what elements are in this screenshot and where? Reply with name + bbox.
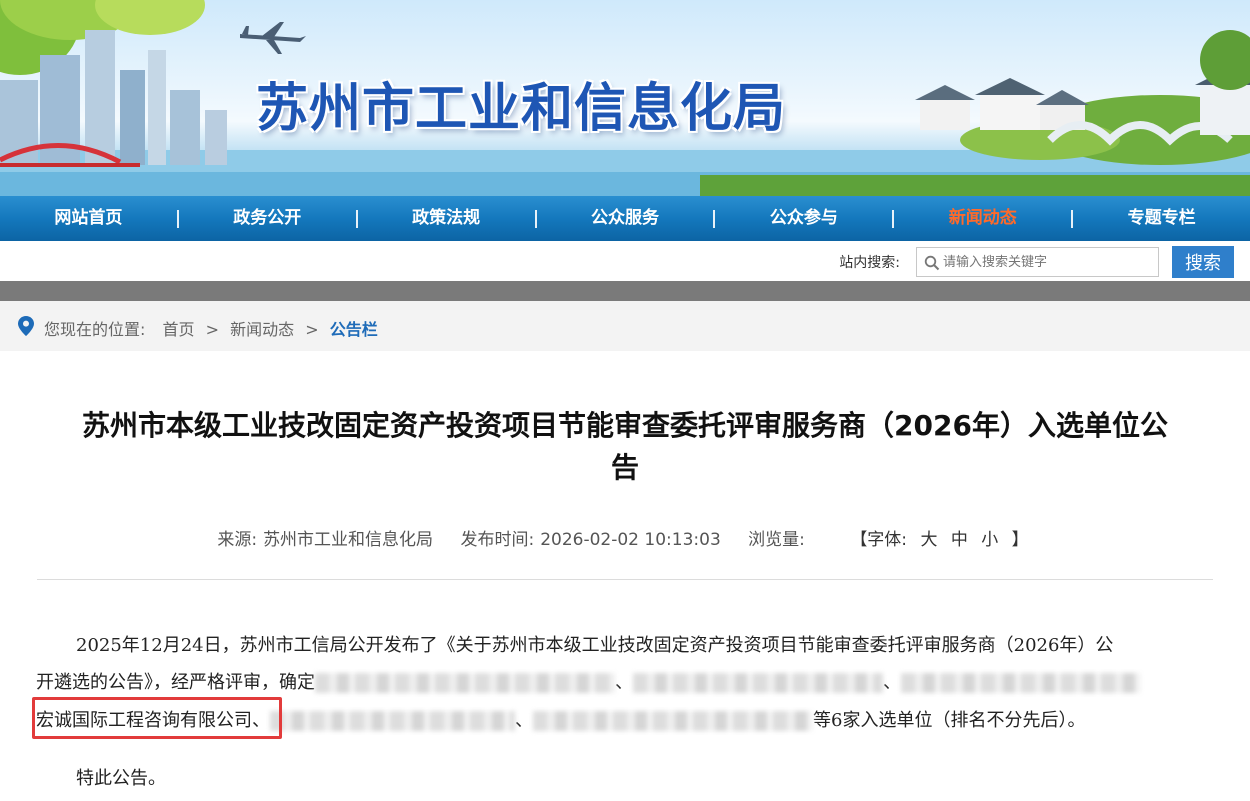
breadcrumb-separator: > [305,320,319,339]
font-size-switcher: 【字体: 大 中 小 】 [846,530,1032,550]
nav-item-government-affairs[interactable]: 政务公开 [179,196,356,241]
article-text: 、 [883,672,901,693]
location-pin-icon [18,316,34,336]
nav-item-policies[interactable]: 政策法规 [358,196,535,241]
article-title: 苏州市本级工业技改固定资产投资项目节能审查委托评审服务商（2026年）入选单位公… [30,405,1220,489]
nav-item-special-topics[interactable]: 专题专栏 [1073,196,1250,241]
font-size-open: 【字体: [850,530,908,550]
nav-item-public-participation[interactable]: 公众参与 [715,196,892,241]
font-size-large[interactable]: 大 [920,530,937,550]
article-closing: 特此公告。 [76,768,166,789]
nav-item-public-service[interactable]: 公众服务 [537,196,714,241]
search-icon [924,255,940,271]
redacted-company [315,673,615,693]
article-title-line1: 苏州市本级工业技改固定资产投资项目节能审查委托评审服务商（2026年）入选单位公 [82,409,1168,442]
article-text: 等6家入选单位（排名不分先后）。 [813,710,1086,731]
article-title-line2: 告 [610,451,639,484]
article-paragraph-line: 2025年12月24日，苏州市工信局公开发布了《关于苏州市本级工业技改固定资产投… [76,635,1114,656]
article-paragraph-line: 开遴选的公告》，经严格评审，确定 、 、 [36,668,1211,694]
breadcrumb-current[interactable]: 公告栏 [330,320,378,339]
search-button[interactable]: 搜索 [1172,246,1234,278]
redacted-company [901,673,1141,693]
views-label: 浏览量: [748,530,805,550]
gray-divider-strip [0,281,1250,301]
search-input[interactable] [916,247,1159,277]
font-size-close: 】 [1011,530,1029,550]
article-meta: 来源: 苏州市工业和信息化局 发布时间: 2026-02-02 10:13:03 浏… [0,525,1250,550]
time-value: 2026-02-02 10:13:03 [540,530,721,550]
main-nav: 网站首页 政务公开 政策法规 公众服务 公众参与 新闻动态 专题专栏 [0,196,1250,241]
article-text: 、 [615,672,633,693]
font-size-medium[interactable]: 中 [951,530,968,550]
breadcrumb-separator: > [205,320,220,339]
source-value: 苏州市工业和信息化局 [263,530,434,550]
breadcrumb-link-home[interactable]: 首页 [163,320,195,339]
highlight-box [32,697,282,739]
site-title: 苏州市工业和信息化局 [256,79,787,139]
breadcrumb-prefix: 您现在的位置: [44,320,146,339]
redacted-company [633,673,883,693]
article-text: 、 [515,710,533,731]
nav-item-news[interactable]: 新闻动态 [894,196,1071,241]
redacted-company [270,711,515,731]
article-text: 开遴选的公告》，经严格评审，确定 [36,672,315,693]
meta-divider [37,579,1213,580]
search-bar: 站内搜索: 搜索 [0,241,1250,281]
font-size-small[interactable]: 小 [981,530,998,550]
nav-item-home[interactable]: 网站首页 [0,196,177,241]
time-label: 发布时间: [460,530,535,550]
source-label: 来源: [217,530,258,550]
breadcrumb-link-news[interactable]: 新闻动态 [230,320,294,339]
redacted-company [533,711,813,731]
site-banner: 苏州市工业和信息化局 [0,0,1250,196]
breadcrumb: 您现在的位置: 首页 > 新闻动态 > 公告栏 [44,316,378,340]
breadcrumb-bar: 您现在的位置: 首页 > 新闻动态 > 公告栏 [0,301,1250,351]
search-label: 站内搜索: [839,255,900,271]
